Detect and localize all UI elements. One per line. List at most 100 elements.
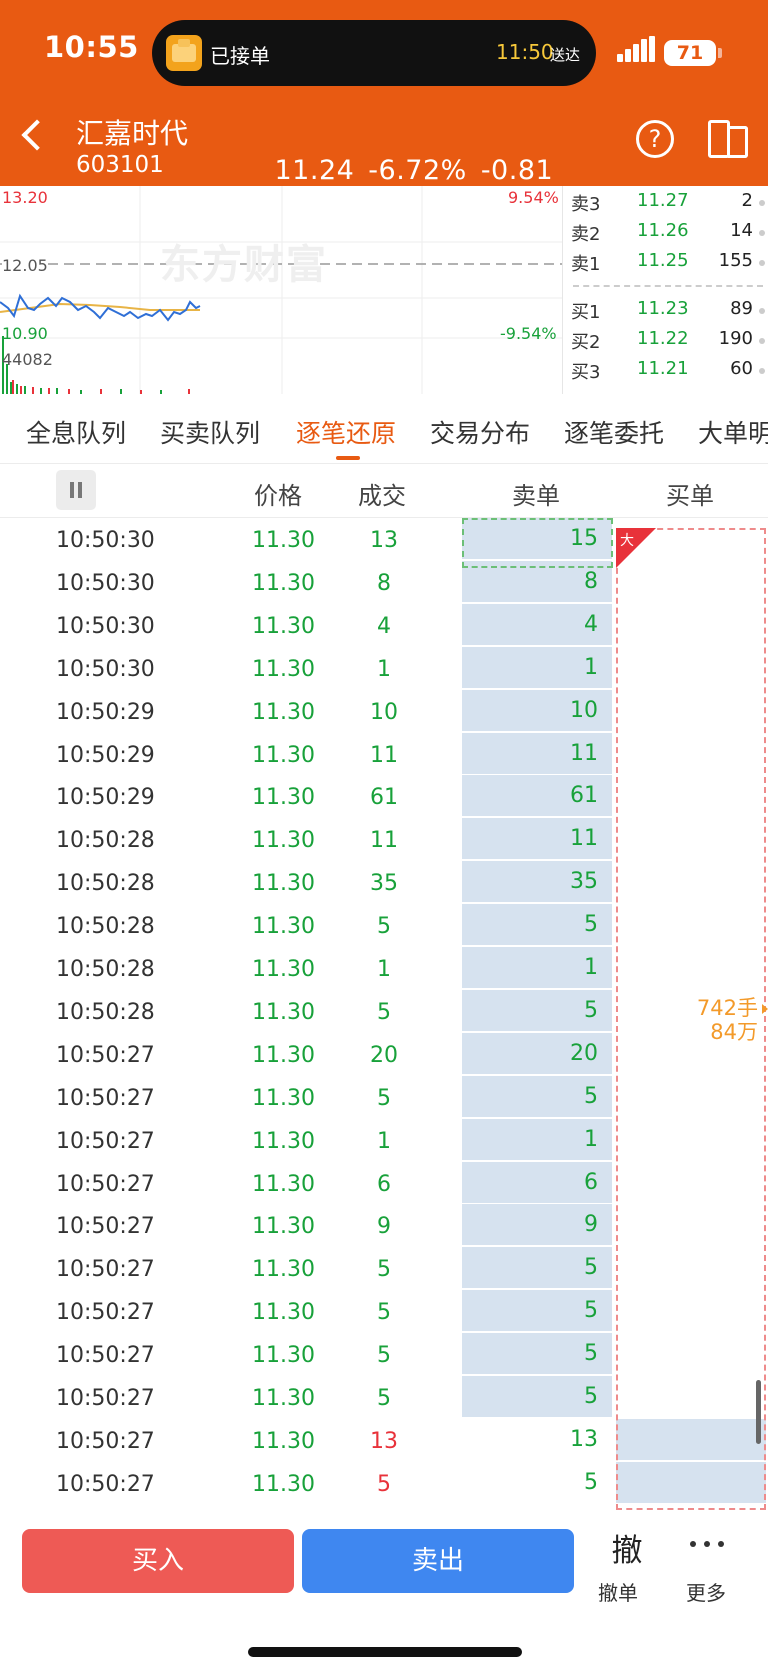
trade-time: 10:50:28 [56,828,155,854]
trade-volume: 5 [377,1343,391,1369]
trade-price: 11.30 [252,742,315,768]
column-volume: 成交 [358,482,406,510]
trade-sell-order: 5 [462,1376,612,1418]
tab-full-queue[interactable]: 全息队列 [26,414,126,450]
trade-sell-order: 6 [462,1161,612,1204]
trade-price: 11.30 [252,914,315,940]
back-icon[interactable] [21,119,53,151]
trade-volume: 13 [370,1428,398,1454]
trade-price: 11.30 [252,699,315,725]
tab-big-orders[interactable]: 大单明 [698,414,768,450]
help-icon[interactable]: ? [636,120,674,158]
trade-sell-order: 5 [462,1247,612,1290]
trade-volume: 5 [377,1257,391,1283]
trade-volume: 11 [370,742,398,768]
stock-name: 汇嘉时代 [76,117,189,150]
table-header: 价格 成交 卖单 买单 [0,464,768,518]
withdraw-button[interactable]: 撤单 [598,1577,638,1606]
trade-volume: 5 [377,1471,391,1497]
big-order-amount: 84万 [710,1020,758,1044]
scrollbar[interactable] [756,1380,761,1444]
intraday-chart[interactable]: 东方财富 13.20 9.54% 12.05 10.90 -9.54% 4408… [0,186,562,394]
order-book-row: 买2 11.22 190 [563,328,768,358]
trade-price: 11.30 [252,871,315,897]
island-eta-label: 送达 [550,46,581,64]
battery-icon: 71 [664,40,716,66]
sell-button[interactable]: 卖出 [302,1529,574,1593]
trade-volume: 5 [377,914,391,940]
tab-trade-distribution[interactable]: 交易分布 [430,414,530,450]
trade-time: 10:50:29 [56,699,155,725]
trade-price: 11.30 [252,1042,315,1068]
trade-volume: 6 [377,1171,391,1197]
big-order-summary[interactable]: 742手 84万 [660,996,768,1044]
trade-sell-order: 5 [462,1333,612,1376]
status-time: 10:55 [44,30,139,64]
trade-volume: 10 [370,699,398,725]
trade-price: 11.30 [252,1428,315,1454]
trade-volume: 13 [370,528,398,553]
trade-time: 10:50:28 [56,999,155,1025]
battery-cap [718,48,722,58]
delivery-box-icon [166,35,202,71]
trade-time: 10:50:27 [56,1386,155,1411]
tab-bid-ask-queue[interactable]: 买卖队列 [160,414,260,450]
trade-price: 11.30 [252,1257,315,1283]
trade-time: 10:50:30 [56,613,155,639]
dynamic-island[interactable]: 已接单 11:50 送达 [152,20,596,86]
trade-price: 11.30 [252,1171,315,1197]
trade-volume: 5 [377,1085,391,1111]
order-book-row: 买1 11.23 89 [563,298,768,328]
switch-screen-icon[interactable] [708,120,748,160]
tab-tick-orders[interactable]: 逐笔委托 [564,414,664,450]
chart-low-pct: -9.54% [500,324,557,343]
trade-sell-order: 10 [462,689,612,732]
column-price: 价格 [254,482,302,510]
trade-sell-order: 5 [462,989,612,1032]
more-button[interactable]: 更多 [686,1577,726,1606]
trade-price: 11.30 [252,1085,315,1111]
big-order-hands: 742手 [696,996,758,1020]
order-book-row: 卖2 11.26 14 [563,220,768,250]
trade-volume: 5 [377,1300,391,1326]
header: 10:55 已接单 11:50 送达 71 汇嘉时代 603101 11.24-… [0,0,768,186]
trade-sell-order: 5 [462,1290,612,1333]
island-eta: 11:50 [496,40,554,64]
trade-volume: 9 [377,1214,391,1240]
trade-price: 11.30 [252,1386,315,1411]
trade-time: 10:50:27 [56,1257,155,1283]
trade-time: 10:50:27 [56,1042,155,1068]
active-tab-indicator [336,456,360,460]
trade-sell-order: 4 [462,603,612,646]
column-buy: 买单 [666,482,714,510]
more-icon[interactable] [690,1541,726,1551]
signal-icon [617,36,655,62]
trade-time: 10:50:28 [56,957,155,982]
trade-price: 11.30 [252,528,315,553]
trade-time: 10:50:29 [56,742,155,768]
column-sell: 卖单 [512,482,560,510]
trades-list[interactable]: 10:50:30 11.30 13 15 10:50:30 11.30 8 8 10:50:30… [0,518,768,1511]
chart-high: 13.20 [2,188,48,207]
trade-time: 10:50:27 [56,1214,155,1240]
trade-time: 10:50:27 [56,1343,155,1369]
trade-volume: 4 [377,613,391,639]
trade-sell-order: 1 [462,947,612,989]
trade-price: 11.30 [252,828,315,854]
order-book-row: 买3 11.21 60 [563,358,768,388]
trade-time: 10:50:29 [56,785,155,811]
trade-time: 10:50:27 [56,1128,155,1154]
pause-icon[interactable] [56,470,96,510]
trade-volume: 1 [377,957,391,982]
buy-button[interactable]: 买入 [22,1529,294,1593]
home-indicator[interactable] [248,1647,522,1657]
tab-tick-restore[interactable]: 逐笔还原 [296,414,396,450]
trade-price: 11.30 [252,656,315,682]
trade-sell-order: 61 [462,775,612,818]
trade-sell-order: 11 [462,818,612,861]
order-book[interactable]: 卖3 11.27 2 卖2 11.26 14 卖1 11.25 155 买1 11.23 89 … [562,186,768,394]
trade-sell-order: 35 [462,861,612,904]
withdraw-icon[interactable]: 撤 [602,1525,652,1570]
chart-svg [0,186,562,394]
trade-volume: 11 [370,828,398,854]
